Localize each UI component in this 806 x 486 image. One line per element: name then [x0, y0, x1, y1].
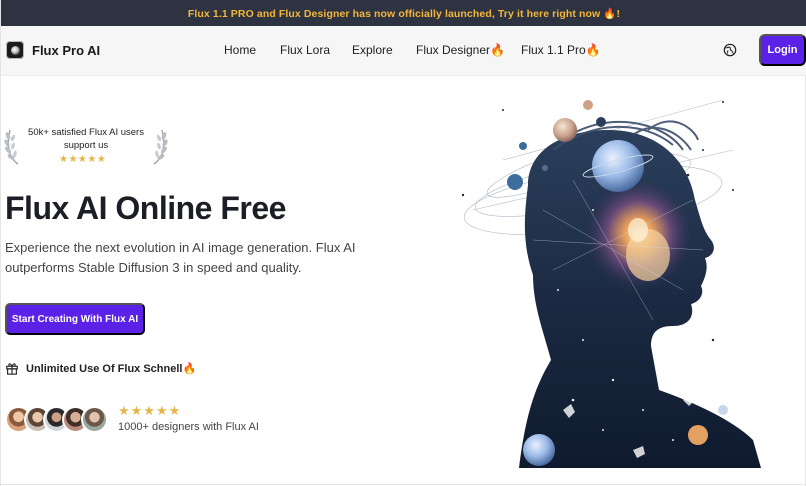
hero-subtitle: Experience the next evolution in AI imag…: [5, 240, 356, 275]
start-creating-button[interactable]: Start Creating With Flux AI: [5, 303, 145, 335]
social-proof-badge: 50k+ satisfied Flux AI users support us …: [4, 124, 168, 168]
avatar: [81, 406, 108, 433]
login-button[interactable]: Login: [759, 34, 806, 66]
laurel-right-icon: [153, 129, 168, 165]
announcement-text[interactable]: Flux 1.1 PRO and Flux Designer has now o…: [188, 7, 620, 20]
social-proof-stars: ★★★★★: [59, 154, 107, 165]
unlimited-feature: Unlimited Use Of Flux Schnell🔥: [5, 361, 196, 375]
avatar-group: [5, 406, 109, 434]
globe-icon[interactable]: [723, 43, 737, 57]
announcement-bar[interactable]: Flux 1.1 PRO and Flux Designer has now o…: [1, 0, 806, 26]
nav-link-flux-1-1-pro[interactable]: Flux 1.1 Pro🔥: [521, 43, 601, 57]
hero-cosmic-head-image: [461, 99, 761, 468]
nav-link-flux-lora[interactable]: Flux Lora: [280, 43, 330, 57]
brand[interactable]: Flux Pro AI: [6, 41, 100, 59]
rating-text: 1000+ designers with Flux AI: [118, 421, 259, 433]
nav-link-home[interactable]: Home: [224, 43, 256, 57]
nav-link-explore[interactable]: Explore: [352, 43, 393, 57]
nav-link-flux-designer[interactable]: Flux Designer🔥: [416, 43, 505, 57]
rating-stars: ★★★★★: [118, 403, 182, 418]
brand-logo-icon: [6, 41, 24, 59]
gift-icon: [6, 363, 18, 375]
brand-name: Flux Pro AI: [32, 42, 101, 58]
laurel-left-icon: [4, 129, 19, 165]
divider: [1, 484, 806, 485]
unlimited-text: Unlimited Use Of Flux Schnell🔥: [26, 362, 197, 375]
top-navbar: Flux Pro AI Home Flux Lora Explore Flux …: [1, 26, 806, 76]
page: Flux 1.1 PRO and Flux Designer has now o…: [0, 0, 806, 486]
hero-title: Flux AI Online Free: [5, 190, 286, 226]
social-proof-text: 50k+ satisfied Flux AI users support us: [28, 127, 144, 151]
